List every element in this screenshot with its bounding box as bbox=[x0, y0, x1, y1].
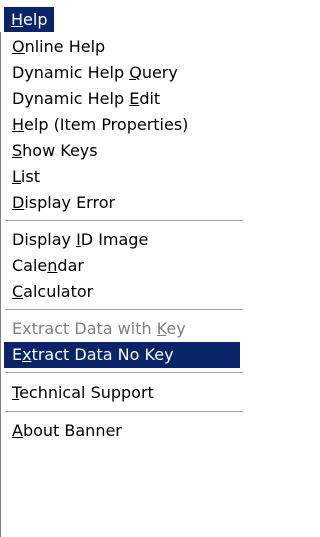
menu-item-extract-data-no-key[interactable]: Extract Data No Key bbox=[4, 342, 240, 368]
menu-item-online-help[interactable]: Online Help bbox=[4, 34, 240, 60]
menu-item-technical-support[interactable]: Technical Support bbox=[4, 380, 240, 406]
menu-item-show-keys[interactable]: Show Keys bbox=[4, 138, 240, 164]
menu-item-display-id-image[interactable]: Display ID Image bbox=[4, 227, 240, 253]
help-menu-title[interactable]: Help bbox=[4, 7, 55, 32]
help-menu-title-rest: elp bbox=[23, 10, 48, 29]
menu-separator bbox=[5, 309, 243, 311]
menu-item-display-error[interactable]: Display Error bbox=[4, 190, 240, 216]
menu-item-dynamic-help-edit[interactable]: Dynamic Help Edit bbox=[4, 86, 240, 112]
menu-item-extract-data-with-key: Extract Data with Key bbox=[12, 319, 186, 338]
menu-separator bbox=[5, 411, 243, 413]
menu-item-dynamic-help-query[interactable]: Dynamic Help Query bbox=[4, 60, 240, 86]
menu-item-calendar[interactable]: Calendar bbox=[4, 253, 240, 279]
menu-item-help-item-properties[interactable]: Help (Item Properties) bbox=[4, 112, 240, 138]
menu-item-about-banner[interactable]: About Banner bbox=[4, 418, 240, 444]
help-dropdown-menu: Online Help Dynamic Help Query Dynamic H… bbox=[0, 32, 243, 537]
menu-separator bbox=[5, 220, 243, 222]
menu-separator bbox=[5, 372, 243, 374]
help-menu-title-mnemonic: H bbox=[11, 10, 24, 29]
menu-item-list[interactable]: List bbox=[4, 164, 240, 190]
menu-item-calculator[interactable]: Calculator bbox=[4, 279, 240, 305]
